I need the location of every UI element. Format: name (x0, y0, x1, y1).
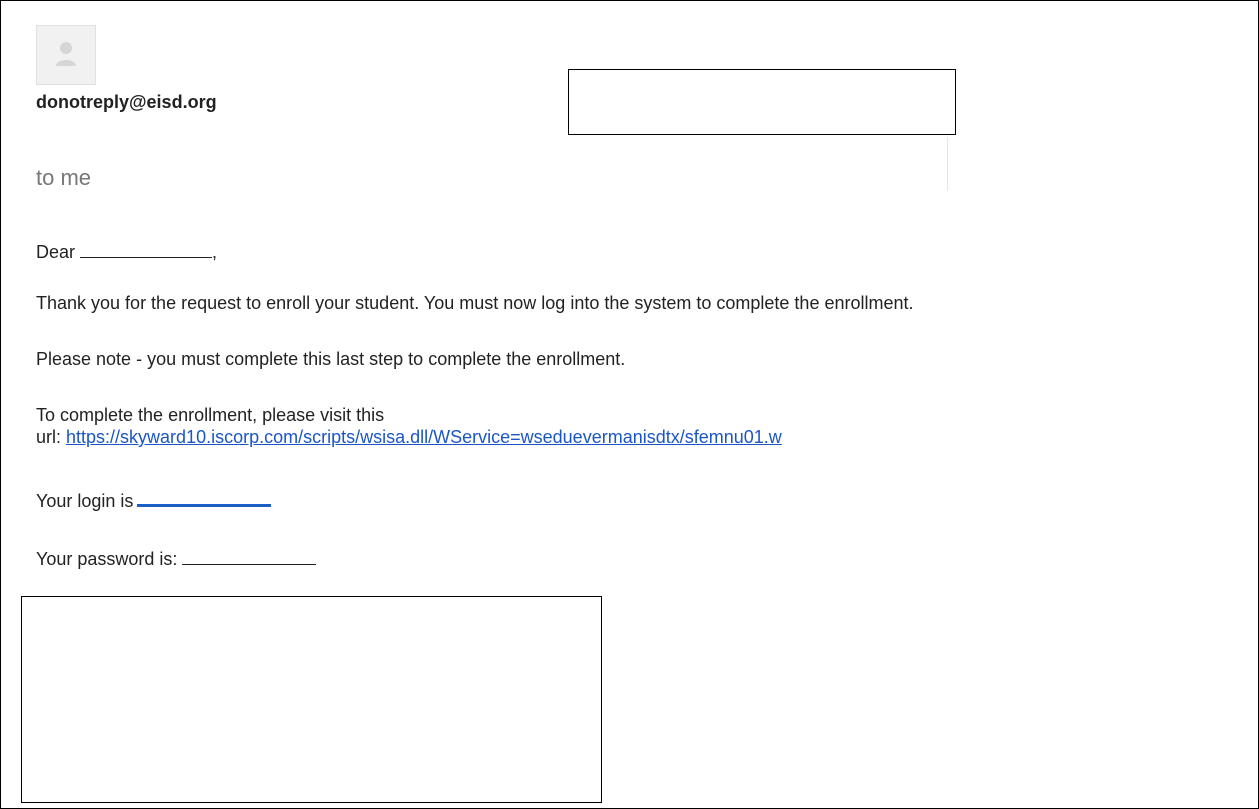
sender-address[interactable]: donotreply@eisd.org (36, 90, 217, 114)
url-prefix: url: (36, 427, 67, 447)
login-blank (137, 503, 272, 507)
avatar (36, 25, 96, 85)
password-label: Your password is: (36, 549, 178, 569)
person-icon (56, 42, 76, 66)
greeting-suffix: , (212, 242, 218, 262)
paragraph-enroll-request: Thank you for the request to enroll your… (36, 293, 914, 313)
password-line: Your password is: (36, 548, 317, 570)
password-blank (182, 563, 317, 565)
greeting: Dear , (36, 241, 217, 263)
login-line: Your login is (36, 490, 272, 512)
redacted-box (568, 69, 956, 135)
greeting-prefix: Dear (36, 242, 76, 262)
paragraph-visit-line-2: url: https://skyward10.iscorp.com/script… (36, 426, 782, 448)
divider (947, 137, 948, 191)
name-blank (80, 256, 213, 258)
paragraph-visit-line-1: To complete the enrollment, please visit… (36, 405, 385, 425)
login-label: Your login is (36, 491, 134, 511)
email-view: donotreply@eisd.org to me Dear , Thank y… (0, 0, 1259, 809)
enrollment-link[interactable]: https://skyward10.iscorp.com/scripts/wsi… (66, 427, 782, 447)
redacted-box (21, 596, 602, 803)
paragraph-note: Please note - you must complete this las… (36, 349, 626, 369)
recipient-label[interactable]: to me (36, 164, 91, 192)
